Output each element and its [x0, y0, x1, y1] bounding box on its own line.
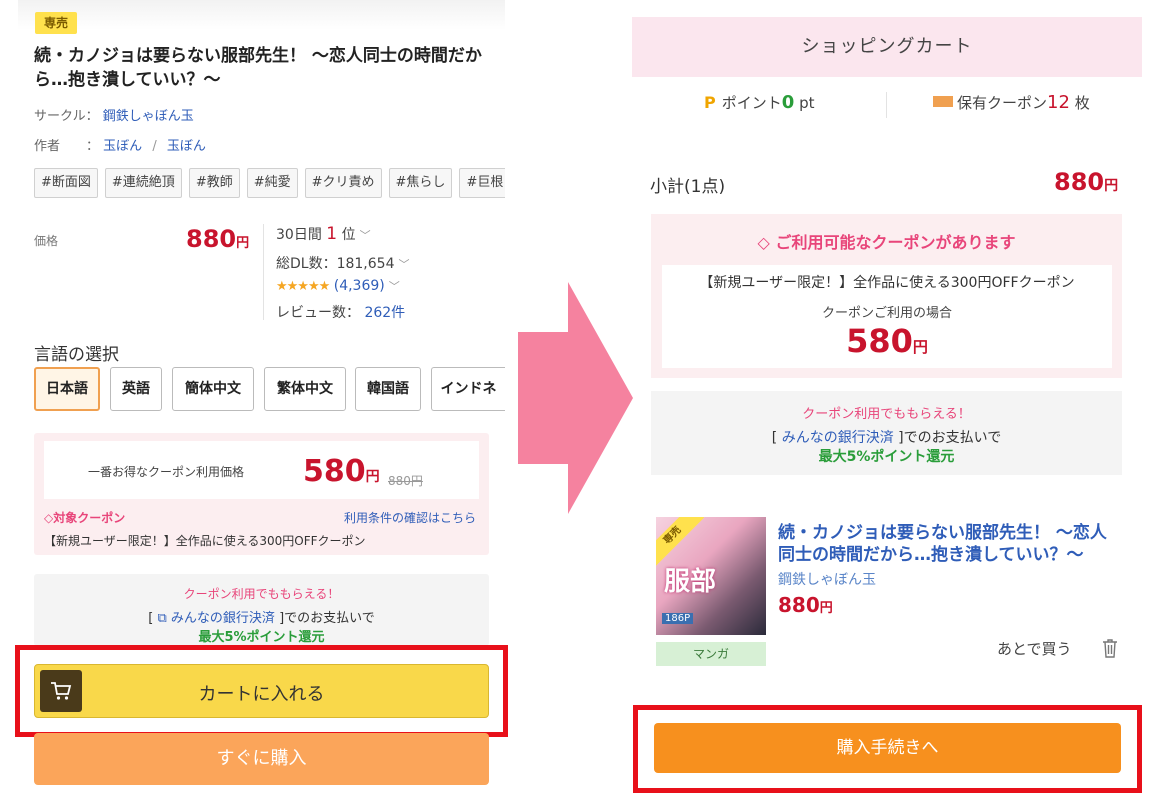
tag-icon: ◇ — [757, 233, 770, 252]
author-separator: / — [152, 139, 157, 154]
exclusive-ribbon: 専売 — [656, 517, 705, 568]
coupon-available-title[interactable]: ◇ ご利用可能なクーポンがあります — [651, 229, 1122, 253]
genre-badge: マンガ — [656, 642, 766, 666]
author-link-2[interactable]: 玉ぼん — [167, 139, 206, 154]
circle-row: サークル： 鋼鉄しゃぼん玉 — [34, 105, 194, 124]
author-row: 作者 ： 玉ぼん / 玉ぼん — [34, 135, 206, 154]
language-heading: 言語の選択 — [34, 345, 119, 365]
coupon-description: 【新規ユーザー限定！】全作品に使える300円OFFクーポン — [699, 275, 1075, 291]
coupon-price: 580円 — [303, 454, 380, 489]
cart-header: ショッピングカート — [632, 17, 1142, 77]
arrow-right-icon — [518, 282, 633, 514]
reviews-link[interactable]: 262件 — [364, 305, 405, 321]
divider — [263, 224, 264, 320]
terms-link[interactable]: 利用条件の確認はこちら — [344, 509, 476, 526]
bank-promo-title: クーポン利用でももらえる！ — [183, 587, 340, 601]
coupons-held[interactable]: 保有クーポン12 枚 — [933, 92, 1090, 113]
exclusive-badge: 専売 — [35, 12, 77, 34]
price-label: 価格 — [34, 234, 59, 248]
ticket-icon — [933, 96, 953, 107]
lang-button-traditional-chinese[interactable]: 繁体中文 — [264, 367, 346, 411]
buy-now-button[interactable]: すぐに購入 — [34, 733, 489, 785]
point-icon: P — [704, 93, 716, 112]
star-rating-icon: ★★★★★ — [276, 279, 330, 294]
circle-link[interactable]: 鋼鉄しゃぼん玉 — [103, 109, 194, 124]
points-display: P ポイント0 pt — [704, 92, 815, 113]
bank-link[interactable]: みんなの銀行決済 — [171, 611, 275, 626]
work-title: 続・カノジョは要らない服部先生！ 〜恋人同士の時間だから…抱き潰していい？〜 — [34, 46, 482, 90]
original-price: 880円 — [388, 474, 423, 488]
genre-tag[interactable]: #焦らし — [388, 168, 453, 198]
target-coupon-label: ◇対象クーポン — [44, 511, 126, 525]
product-thumbnail[interactable]: 専売 服部 186P — [656, 517, 766, 635]
genre-tag[interactable]: #純愛 — [246, 168, 298, 198]
chevron-down-icon: ﹀ — [388, 280, 400, 293]
circle-label: サークル： — [34, 109, 99, 124]
coupon-description: 【新規ユーザー限定！】全作品に使える300円OFFクーポン — [44, 534, 366, 548]
ranking-stat[interactable]: 30日間 1 位 ﹀ — [276, 224, 371, 244]
genre-tag[interactable]: #断面図 — [34, 168, 98, 198]
author-label: 作者 ： — [34, 139, 100, 154]
rating-stat[interactable]: ★★★★★ (4,369) ﹀ — [276, 278, 400, 294]
lang-button-japanese[interactable]: 日本語 — [34, 367, 100, 411]
genre-tag[interactable]: #巨根 — [459, 168, 505, 198]
cart-item-title[interactable]: 続・カノジョは要らない服部先生！ 〜恋人同士の時間だから…抱き潰していい？〜 — [778, 522, 1118, 566]
lang-button-english[interactable]: 英語 — [110, 367, 162, 411]
subtotal-price: 880円 — [1054, 168, 1119, 196]
lang-button-korean[interactable]: 韓国語 — [355, 367, 421, 411]
subtotal-label: 小計(1点) — [650, 177, 726, 197]
bank-link[interactable]: みんなの銀行決済 — [782, 430, 894, 446]
genre-tag[interactable]: #連続絶頂 — [104, 168, 182, 198]
thumbnail-title: 服部 — [664, 567, 717, 597]
best-coupon-label: 一番お得なクーポン利用価格 — [88, 465, 245, 479]
external-link-icon: ⧉ — [157, 611, 167, 626]
bank-promo-line: [ みんなの銀行決済 ]でのお支払いで — [771, 430, 1002, 446]
add-to-cart-label: カートに入れる — [198, 684, 325, 705]
cart-item-circle[interactable]: 鋼鉄しゃぼん玉 — [778, 569, 876, 589]
coupon-price: 580円 — [846, 322, 928, 360]
coupon-use-label: クーポンご利用の場合 — [821, 306, 952, 321]
author-link-1[interactable]: 玉ぼん — [103, 139, 142, 154]
trash-icon[interactable] — [1100, 637, 1120, 659]
genre-tag-list: #断面図 #連続絶頂 #教師 #純愛 #クリ責め #焦らし #巨根 — [34, 168, 505, 198]
bank-promo-title: クーポン利用でももらえる！ — [802, 407, 971, 422]
lang-button-simplified-chinese[interactable]: 簡体中文 — [172, 367, 254, 411]
downloads-stat[interactable]: 総DL数：181,654 ﹀ — [276, 253, 409, 273]
cart-item-price: 880円 — [778, 593, 833, 617]
rating-count: (4,369) — [333, 278, 385, 294]
chevron-down-icon: ﹀ — [398, 258, 410, 271]
genre-tag[interactable]: #クリ責め — [304, 168, 382, 198]
genre-tag[interactable]: #教師 — [188, 168, 240, 198]
page-count: 186P — [662, 613, 694, 624]
divider — [886, 92, 887, 118]
lang-button-indonesian[interactable]: インドネ — [431, 367, 505, 411]
checkout-button[interactable]: 購入手続きへ — [654, 723, 1121, 773]
tag-icon: ◇ — [44, 511, 54, 525]
bank-reward: 最大5%ポイント還元 — [818, 449, 955, 465]
bank-reward: 最大5%ポイント還元 — [198, 630, 325, 645]
buy-later-button[interactable]: あとで買う — [997, 638, 1072, 659]
price-value: 880円 — [186, 225, 250, 253]
bank-promo-line: [ ⧉ みんなの銀行決済 ]でのお支払いで — [148, 611, 375, 626]
chevron-down-icon: ﹀ — [359, 229, 371, 242]
left-top-shade — [18, 0, 505, 30]
reviews-stat: レビュー数： 262件 — [276, 305, 406, 321]
